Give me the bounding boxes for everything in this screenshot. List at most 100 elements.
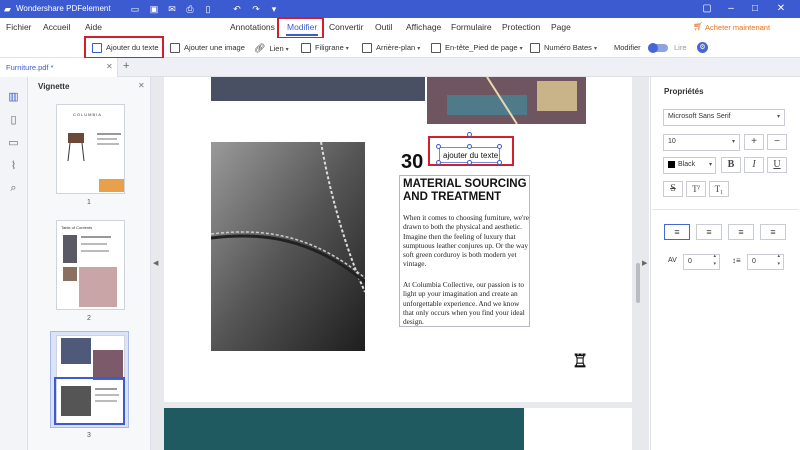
watermark-icon xyxy=(301,43,311,54)
document-tab[interactable]: Furniture.pdf * ✕ xyxy=(0,58,118,77)
page-label-3: 3 xyxy=(87,432,91,439)
close-panel-icon[interactable]: ✕ xyxy=(138,81,145,90)
tab-annotations[interactable]: Annotations xyxy=(230,22,275,32)
font-family-select[interactable]: Microsoft Sans Serif ▾ xyxy=(663,109,785,126)
underline-button[interactable]: U xyxy=(767,157,787,173)
character-spacing-value: 0 xyxy=(688,258,692,265)
tab-convertir[interactable]: Convertir xyxy=(329,22,363,32)
new-text-content[interactable]: ajouter du texte xyxy=(443,151,498,160)
font-color-select[interactable]: Black ▾ xyxy=(663,157,716,174)
redo-icon[interactable]: ↷ xyxy=(250,3,262,15)
collapse-left-icon[interactable]: ◀ xyxy=(153,259,158,267)
resize-handle[interactable] xyxy=(467,160,472,165)
color-swatch xyxy=(668,160,675,168)
close-button[interactable]: ✕ xyxy=(774,2,788,16)
strikethrough-button[interactable]: S xyxy=(663,181,683,197)
edit-read-toggle[interactable] xyxy=(648,43,668,53)
add-text-icon xyxy=(92,43,102,54)
close-tab-icon[interactable]: ✕ xyxy=(106,62,113,71)
spinner-arrows-icon[interactable]: ▴ ▾ xyxy=(713,252,716,268)
minimize-button[interactable]: – xyxy=(724,2,738,16)
collapse-right-icon[interactable]: ▶ xyxy=(642,259,647,267)
bates-number-button[interactable]: Numéro Bates ▾ xyxy=(530,41,597,55)
read-mode-label: Lire xyxy=(674,43,687,52)
thumb3-image xyxy=(93,350,123,380)
mail-icon[interactable]: ✉ xyxy=(166,3,178,15)
link-label: Lien xyxy=(269,44,284,53)
feedback-icon[interactable]: ▢ xyxy=(700,2,714,16)
attachment-icon[interactable]: ⌇ xyxy=(7,160,20,172)
justify-button[interactable]: ≡ xyxy=(760,224,786,240)
app-logo-icon: ▰ xyxy=(4,4,11,14)
image-icon xyxy=(170,43,180,54)
character-spacing-input[interactable]: 0 ▴ ▾ xyxy=(683,252,720,270)
tab-page[interactable]: Page xyxy=(551,22,571,32)
resize-handle[interactable] xyxy=(497,144,502,149)
menu-accueil[interactable]: Accueil xyxy=(43,22,70,32)
resize-handle[interactable] xyxy=(497,160,502,165)
search-icon[interactable]: ⌕ xyxy=(7,182,20,194)
subscript-button[interactable]: T₁ xyxy=(709,181,729,197)
maximize-button[interactable]: □ xyxy=(748,2,762,16)
resize-handle[interactable] xyxy=(436,160,441,165)
customize-icon[interactable]: ▾ xyxy=(268,3,280,15)
menu-fichier[interactable]: Fichier xyxy=(6,22,32,32)
add-text-button[interactable]: Ajouter du texte xyxy=(92,41,159,55)
header-footer-button[interactable]: En-tête_Pied de page ▾ xyxy=(431,41,523,55)
bookmark-icon[interactable]: ▯ xyxy=(7,114,20,126)
properties-title: Propriétés xyxy=(664,87,704,96)
menu-aide[interactable]: Aide xyxy=(85,22,102,32)
resize-handle[interactable] xyxy=(467,144,472,149)
watermark-label: Filigrane xyxy=(315,43,344,52)
page-thumbnail-1[interactable]: COLUMBIA xyxy=(56,104,125,194)
italic-button[interactable]: I xyxy=(744,157,764,173)
spinner-arrows-icon[interactable]: ▴ ▾ xyxy=(777,252,780,268)
align-left-button[interactable]: ≡ xyxy=(664,224,690,240)
undo-icon[interactable]: ↶ xyxy=(231,3,243,15)
thumb2-text-line xyxy=(81,243,107,245)
bold-button[interactable]: B xyxy=(721,157,741,173)
font-size-select[interactable]: 10 ▾ xyxy=(663,134,740,151)
add-image-button[interactable]: Ajouter une image xyxy=(170,41,245,55)
new-tab-button[interactable]: + xyxy=(123,60,129,72)
chevron-down-icon: ▾ xyxy=(708,162,712,168)
print-icon[interactable]: ⎙ xyxy=(184,3,196,15)
page-view-icon[interactable]: ▯ xyxy=(202,3,214,15)
background-button[interactable]: Arrière-plan ▾ xyxy=(362,41,420,55)
link-button[interactable]: 🔗︎ Lien ▾ xyxy=(254,41,289,55)
comment-icon[interactable]: ▭ xyxy=(7,137,20,149)
thumb1-accent-block xyxy=(99,179,124,192)
align-center-button[interactable]: ≡ xyxy=(696,224,722,240)
tab-protection[interactable]: Protection xyxy=(502,22,540,32)
rotate-handle[interactable] xyxy=(467,132,472,137)
thumbnail-panel-icon[interactable]: ▥ xyxy=(7,91,20,103)
watermark-button[interactable]: Filigrane ▾ xyxy=(301,41,349,55)
open-folder-icon[interactable]: ▭ xyxy=(129,3,141,15)
tab-affichage[interactable]: Affichage xyxy=(406,22,441,32)
vertical-scrollbar[interactable] xyxy=(636,263,640,303)
cart-icon[interactable]: 🛒︎ xyxy=(693,22,703,31)
app-title: Wondershare PDFelement xyxy=(16,4,111,13)
font-size-value: 10 xyxy=(668,138,676,145)
thumb2-title: Table of Contents xyxy=(61,225,93,230)
chevron-down-icon: ▾ xyxy=(417,46,421,52)
buy-now-link[interactable]: Acheter maintenant xyxy=(705,23,770,32)
page-label-2: 2 xyxy=(87,315,91,322)
align-right-button[interactable]: ≡ xyxy=(728,224,754,240)
chevron-down-icon: ▾ xyxy=(345,46,349,52)
increase-font-button[interactable]: + xyxy=(744,134,764,150)
resize-handle[interactable] xyxy=(436,144,441,149)
settings-gear-icon[interactable]: ⚙ xyxy=(697,42,708,53)
page-thumbnail-2[interactable]: Table of Contents xyxy=(56,220,125,310)
superscript-button[interactable]: Tˀ xyxy=(686,181,706,197)
thumb2-image xyxy=(63,235,77,263)
viewport-indicator[interactable] xyxy=(54,377,125,425)
bates-label: Numéro Bates xyxy=(544,43,592,52)
background-label: Arrière-plan xyxy=(376,43,416,52)
left-nav-strip xyxy=(0,77,28,450)
tab-outil[interactable]: Outil xyxy=(375,22,392,32)
tab-formulaire[interactable]: Formulaire xyxy=(451,22,492,32)
line-spacing-input[interactable]: 0 ▴ ▾ xyxy=(747,252,784,270)
save-icon[interactable]: ▣ xyxy=(148,3,160,15)
decrease-font-button[interactable]: − xyxy=(767,134,787,150)
